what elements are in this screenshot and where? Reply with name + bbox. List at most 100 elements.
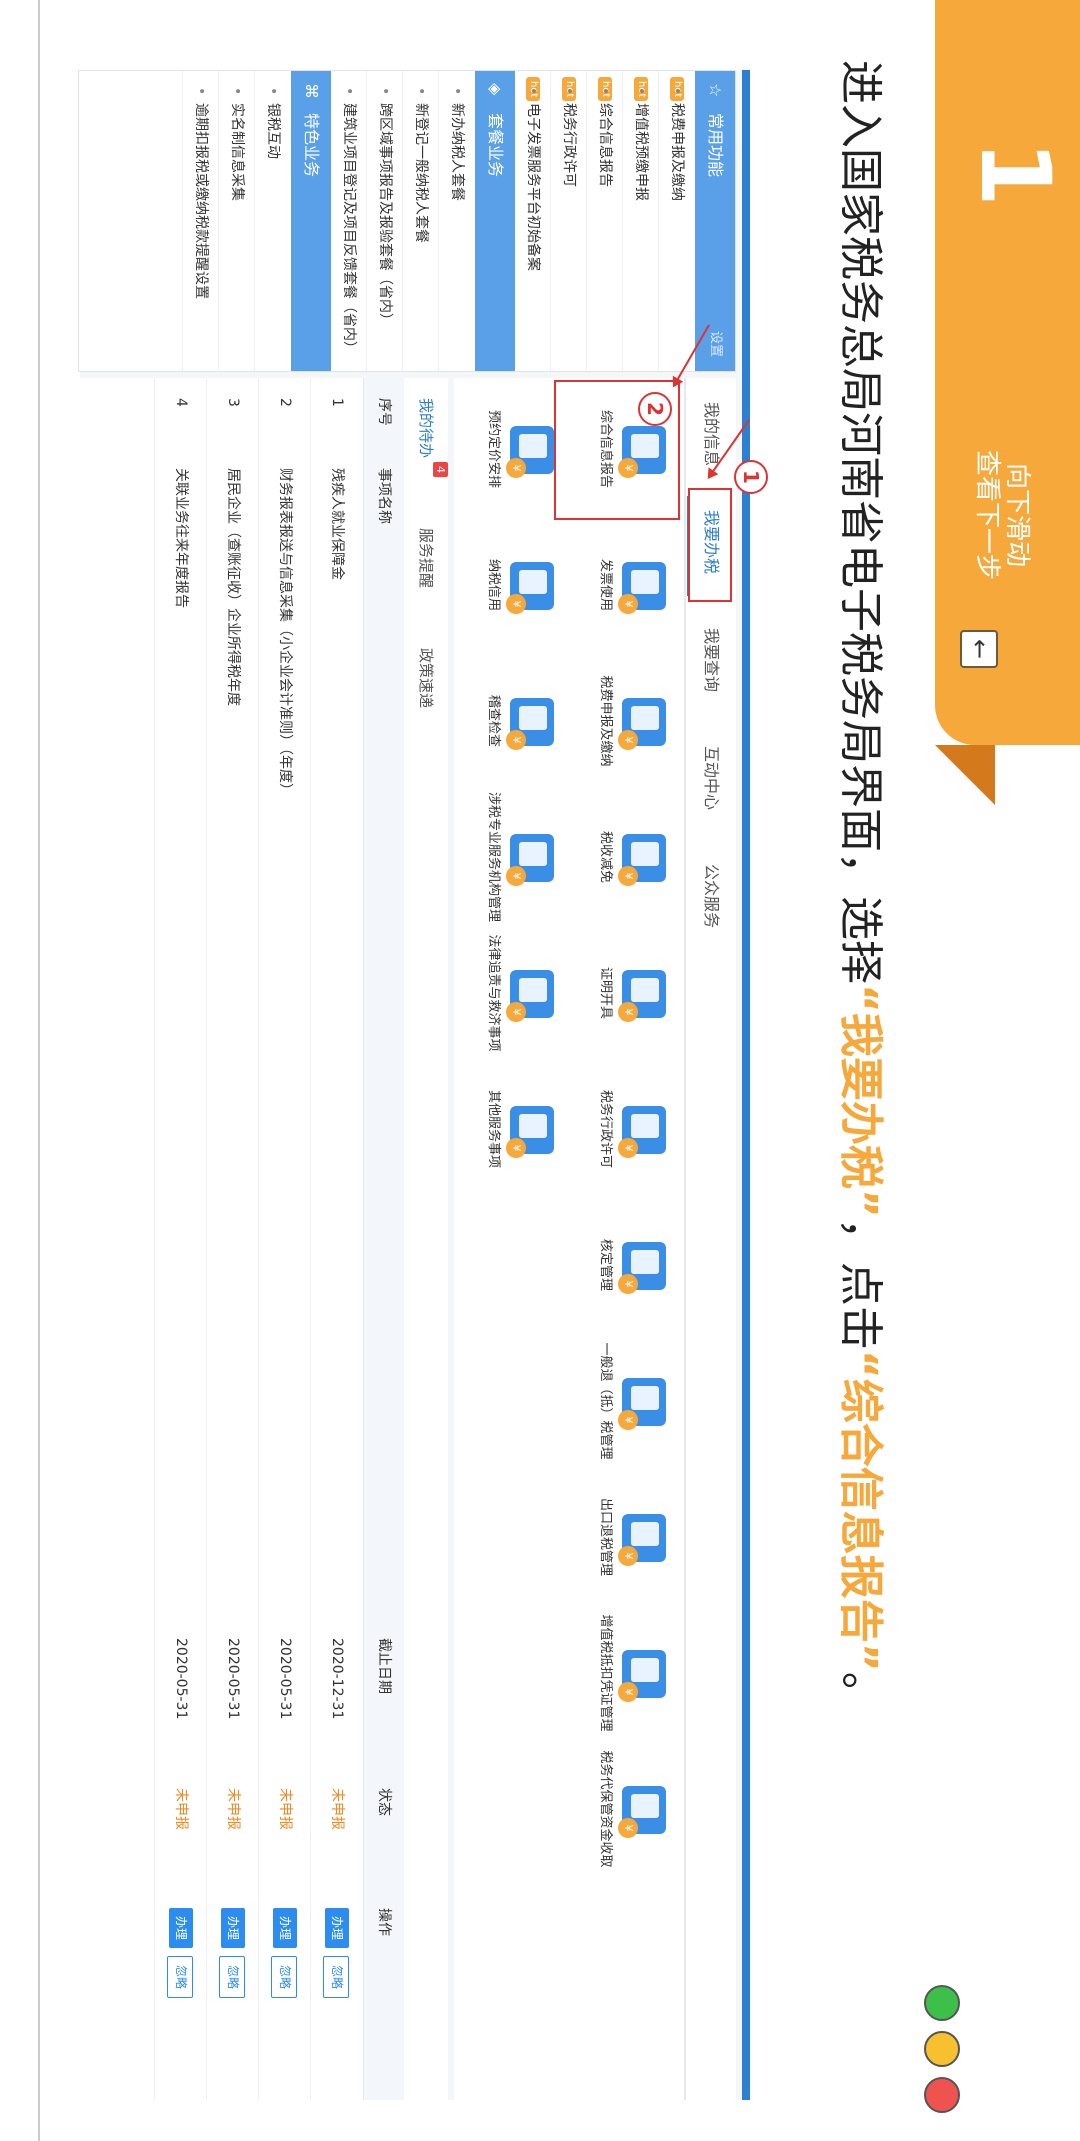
cell-status: 未申报 bbox=[225, 1788, 241, 1830]
menu-item[interactable]: • 税务行政许可 hot bbox=[550, 71, 587, 371]
service-item[interactable]: ¥ 一般退（抵）税管理 bbox=[566, 1336, 676, 1466]
service-item[interactable]: ¥ 税务代保管资金收取 bbox=[566, 1744, 676, 1874]
grid-icon: ⌘ bbox=[302, 83, 321, 99]
step-header-fold bbox=[935, 745, 995, 805]
service-label: 税收减免 bbox=[598, 830, 613, 883]
ignore-button[interactable]: 忽略 bbox=[219, 1956, 245, 1999]
cell-no: 3 bbox=[225, 398, 241, 407]
menu-item[interactable]: • 税费申报及缴纳 hot bbox=[658, 71, 695, 371]
divider bbox=[38, 0, 40, 2141]
tab-public-service[interactable]: 公众服务 bbox=[686, 864, 736, 928]
todo-count-badge: 4 bbox=[433, 462, 448, 478]
service-icon: ¥ bbox=[618, 1786, 666, 1838]
service-label: 发票使用 bbox=[598, 558, 613, 611]
annotation-circle-1: 1 bbox=[734, 460, 768, 494]
table-row: 1 残疾人就业保障金 2020-12-31 未申报 办理 忽略 bbox=[310, 378, 363, 2100]
menu-item[interactable]: • 新登记一般纳税人套餐 bbox=[402, 71, 439, 371]
service-item[interactable]: ¥ 预约定价安排 bbox=[454, 384, 564, 514]
menu-item[interactable]: • 新办纳税人套餐 bbox=[438, 71, 475, 371]
service-item[interactable]: ¥ 法律追责与救济事项 bbox=[454, 928, 564, 1058]
document-icon bbox=[631, 1658, 659, 1682]
badge-icon: ¥ bbox=[618, 594, 638, 614]
menu-item-label: 逾期扣报税或缴纳税款提醒设置 bbox=[193, 103, 209, 299]
badge-icon: ¥ bbox=[506, 458, 526, 478]
ignore-button[interactable]: 忽略 bbox=[323, 1956, 349, 1999]
instruction-highlight2: “综合信息报告” bbox=[835, 1349, 886, 1672]
cell-status: 未申报 bbox=[173, 1788, 189, 1830]
green-dot-icon bbox=[924, 1985, 960, 2021]
instruction-text: 进入国家税务总局河南省电子税务局界面，选择“我要办税”，点击“综合信息报告”。 bbox=[830, 60, 890, 1716]
arrow-left-icon[interactable]: ← bbox=[960, 630, 998, 668]
column-header: 序号 bbox=[376, 398, 392, 426]
menu-item[interactable]: • 实名制信息采集 bbox=[218, 71, 255, 371]
tab-interaction[interactable]: 互动中心 bbox=[686, 746, 736, 810]
column-header: 操作 bbox=[376, 1908, 392, 1936]
tab-my-info[interactable]: 我的信息 bbox=[686, 402, 736, 466]
cell-name: 残疾人就业保障金 bbox=[329, 468, 345, 580]
service-item[interactable]: ¥ 涉税专业服务机构管理 bbox=[454, 792, 564, 922]
menu-head-common: ☆ 常用功能 设置 bbox=[695, 71, 735, 371]
bullet-icon: • bbox=[449, 87, 465, 96]
bullet-icon: • bbox=[229, 87, 245, 96]
cell-name: 关联业务往来年度报告 bbox=[173, 468, 189, 608]
badge-icon: ¥ bbox=[618, 1818, 638, 1838]
service-icon: ¥ bbox=[506, 834, 554, 886]
cell-status: 未申报 bbox=[277, 1788, 293, 1830]
handle-button[interactable]: 办理 bbox=[273, 1908, 297, 1949]
document-icon bbox=[519, 434, 547, 458]
service-label: 出口退税管理 bbox=[598, 1497, 613, 1576]
tab-policy-news[interactable]: 政策速递 bbox=[404, 648, 448, 708]
service-item[interactable]: ¥ 税收减免 bbox=[566, 792, 676, 922]
service-icon: ¥ bbox=[618, 1514, 666, 1566]
panel-tabs: 我的待办 4 服务提醒 政策速递 bbox=[403, 378, 448, 2100]
service-grid: ¥ 综合信息报告 ¥ 发票使用 ¥ 税费申报及缴纳 ¥ 税收减免 ¥ 证明开具 ¥ 税务行政许可 ¥ 核定… bbox=[454, 378, 684, 2100]
handle-button[interactable]: 办理 bbox=[325, 1908, 349, 1949]
badge-icon: ¥ bbox=[618, 1546, 638, 1566]
service-label: 税费申报及缴纳 bbox=[598, 675, 613, 767]
service-item[interactable]: ¥ 核定管理 bbox=[566, 1200, 676, 1330]
tab-query[interactable]: 我要查询 bbox=[686, 628, 736, 692]
service-item[interactable]: ¥ 发票使用 bbox=[566, 520, 676, 650]
ignore-button[interactable]: 忽略 bbox=[271, 1956, 297, 1999]
step-header-tab bbox=[935, 0, 1080, 745]
menu-item[interactable]: • 跨区域事项报告及报验套餐（省内） bbox=[366, 71, 403, 371]
service-icon: ¥ bbox=[506, 698, 554, 750]
document-icon bbox=[631, 978, 659, 1002]
handle-button[interactable]: 办理 bbox=[221, 1908, 245, 1949]
service-item[interactable]: ¥ 其他服务事项 bbox=[454, 1064, 564, 1194]
highlight-box-do-tax bbox=[688, 488, 732, 602]
handle-button[interactable]: 办理 bbox=[169, 1908, 193, 1949]
menu-item[interactable]: • 银税互动 bbox=[254, 71, 291, 371]
menu-item[interactable]: • 建筑业项目登记及项目反馈套餐（省内） bbox=[330, 71, 367, 371]
service-icon: ¥ bbox=[506, 970, 554, 1022]
service-item[interactable]: ¥ 纳税信用 bbox=[454, 520, 564, 650]
service-icon: ¥ bbox=[618, 1378, 666, 1430]
menu-item[interactable]: • 逾期扣报税或缴纳税款提醒设置 bbox=[182, 71, 219, 371]
menu-item[interactable]: • 增值税预缴申报 hot bbox=[622, 71, 659, 371]
menu-item-label: 实名制信息采集 bbox=[229, 103, 245, 201]
service-item[interactable]: ¥ 稽查检查 bbox=[454, 656, 564, 786]
service-label: 税务行政许可 bbox=[598, 1089, 613, 1168]
bullet-icon: • bbox=[265, 87, 281, 96]
window-dots bbox=[920, 1985, 960, 2135]
service-item[interactable]: ¥ 证明开具 bbox=[566, 928, 676, 1058]
menu-item-label: 跨区域事项报告及报验套餐（省内） bbox=[377, 103, 393, 327]
bullet-icon: • bbox=[669, 87, 685, 96]
menu-item-label: 电子发票服务平台初始备案 bbox=[525, 103, 541, 271]
service-item[interactable]: ¥ 出口退税管理 bbox=[566, 1472, 676, 1602]
badge-icon: ¥ bbox=[618, 1138, 638, 1158]
badge-icon: ¥ bbox=[506, 730, 526, 750]
menu-item[interactable]: • 综合信息报告 hot bbox=[586, 71, 623, 371]
ignore-button[interactable]: 忽略 bbox=[167, 1956, 193, 1999]
tab-my-todo[interactable]: 我的待办 4 bbox=[404, 398, 448, 478]
service-item[interactable]: ¥ 税务行政许可 bbox=[566, 1064, 676, 1194]
menu-head-special: ⌘ 特色业务 bbox=[291, 71, 331, 371]
tab-service-reminder[interactable]: 服务提醒 bbox=[404, 528, 448, 588]
column-header: 状态 bbox=[376, 1788, 392, 1816]
document-icon bbox=[519, 570, 547, 594]
instruction-highlight1: “我要办税” bbox=[835, 984, 886, 1218]
service-item[interactable]: ¥ 税费申报及缴纳 bbox=[566, 656, 676, 786]
badge-icon: ¥ bbox=[506, 866, 526, 886]
service-item[interactable]: ¥ 增值税抵扣凭证管理 bbox=[566, 1608, 676, 1738]
menu-item[interactable]: • 电子发票服务平台初始备案 hot bbox=[514, 71, 551, 371]
